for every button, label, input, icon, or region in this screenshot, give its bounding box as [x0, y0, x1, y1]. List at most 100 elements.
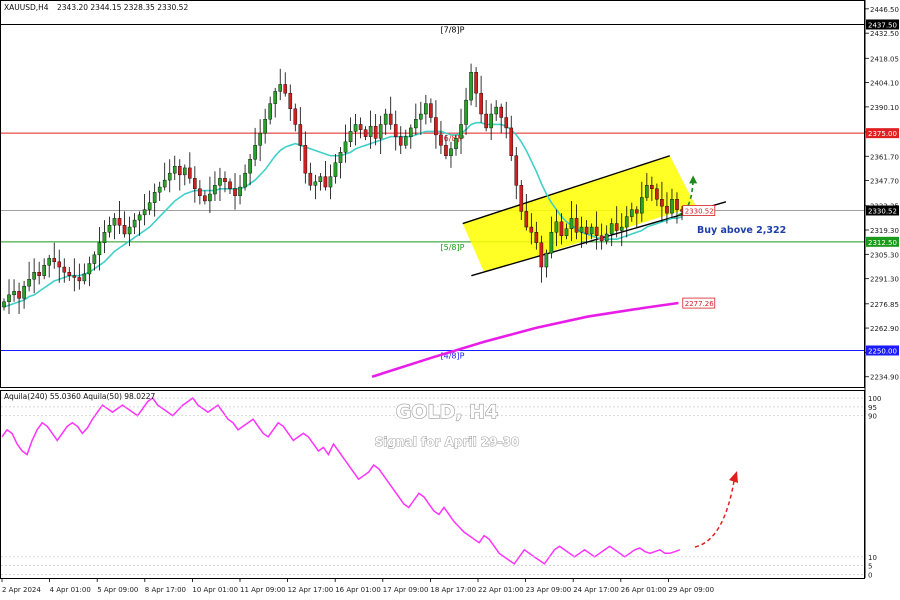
price-tick-label: 2319.30 — [870, 227, 899, 235]
ma-long-line — [371, 301, 679, 378]
candle-body — [594, 226, 599, 236]
candle-body — [469, 72, 473, 101]
candle-body — [358, 124, 363, 130]
candle-body — [419, 113, 423, 120]
candle-body — [609, 223, 614, 235]
time-tick-label: 29 Apr 09:00 — [668, 586, 714, 594]
time-tick-label: 11 Apr 09:00 — [240, 586, 286, 594]
candle-body — [127, 226, 132, 235]
candle-body — [640, 197, 644, 214]
candle-body — [489, 113, 493, 129]
candle-body — [107, 225, 112, 233]
candle-body — [52, 258, 57, 263]
price-tag-label: 2330.52 — [868, 207, 897, 215]
candle-body — [614, 223, 619, 231]
price-tag-label: 2437.50 — [868, 21, 897, 29]
oscillator-forecast-arrow — [694, 474, 736, 548]
oscillator-forecast-arrow-head — [729, 471, 738, 483]
candle-body — [258, 132, 262, 146]
candle-body — [303, 145, 308, 174]
candle-body — [132, 219, 137, 228]
candle-body — [494, 106, 498, 115]
candle-body — [208, 193, 212, 202]
oscillator-level-label: 10 — [868, 554, 877, 562]
candle-body — [629, 209, 634, 217]
candle-body — [87, 263, 92, 275]
candle-body — [62, 266, 67, 273]
candle-body — [635, 209, 639, 214]
candle-body — [203, 195, 207, 202]
candle-body — [72, 275, 77, 278]
price-tick-label: 2262.90 — [870, 325, 899, 333]
candle-body — [318, 176, 323, 183]
murrey-label: [7/8]P — [441, 25, 465, 34]
candle-body — [137, 214, 142, 221]
oscillator-level-label: 0 — [868, 571, 872, 579]
candle-body — [92, 254, 97, 264]
candle-body — [524, 211, 529, 228]
price-tick-label: 2446.50 — [870, 6, 899, 14]
candle-body — [529, 226, 534, 233]
candle-body — [343, 141, 348, 153]
moving-averages — [3, 121, 698, 378]
price-tag-label: 2250.00 — [868, 347, 897, 355]
candle-body — [273, 91, 278, 104]
candle-body — [172, 165, 177, 174]
candle-body — [363, 129, 368, 137]
candle-body — [142, 209, 147, 216]
candle-body — [57, 261, 62, 268]
candle-body — [504, 117, 509, 129]
candle-body — [152, 192, 157, 203]
candle-body — [564, 228, 569, 236]
price-tick-label: 2347.70 — [870, 178, 899, 186]
candle-body — [338, 152, 343, 163]
price-tag-label: 2375.00 — [868, 130, 897, 138]
time-tick-label: 4 Apr 01:00 — [50, 586, 91, 594]
chart-subtitle: Signal for April 29-30 — [375, 435, 519, 449]
candle-body — [167, 172, 172, 181]
candle-body — [198, 188, 202, 196]
candle-body — [112, 218, 117, 226]
price-tick-label: 2276.85 — [870, 301, 899, 309]
candle-body — [253, 145, 257, 160]
candle-body — [313, 181, 318, 186]
candle-body — [403, 136, 408, 146]
candle-body — [218, 178, 222, 186]
candle-body — [298, 124, 303, 146]
price-tick-label: 2432.50 — [870, 30, 899, 38]
candle-body — [554, 221, 559, 233]
candle-body — [383, 113, 388, 125]
time-tick-label: 5 Apr 09:00 — [97, 586, 138, 594]
candle-body — [655, 188, 659, 200]
candle-body — [484, 113, 488, 129]
buy-signal-text: Buy above 2,322 — [697, 225, 786, 236]
time-tick-label: 17 Apr 09:00 — [383, 586, 429, 594]
candle-body — [388, 113, 393, 125]
candle-body — [393, 124, 398, 137]
time-tick-label: 2 Apr 2024 — [2, 586, 41, 594]
candle-body — [544, 252, 549, 268]
forecast-arrow-head — [689, 175, 698, 184]
oscillator-line — [1, 397, 681, 565]
candle-body — [283, 84, 288, 94]
candle-body — [333, 162, 338, 177]
candle-body — [228, 181, 232, 189]
time-tick-label: 18 Apr 17:00 — [430, 586, 476, 594]
oscillator-level-label: 95 — [868, 404, 877, 412]
candle-body — [32, 272, 36, 280]
candle-body — [97, 242, 102, 256]
candle-body — [589, 226, 594, 235]
candle-body — [42, 265, 46, 276]
candle-body — [619, 226, 624, 231]
murrey-label: [5/8]P — [441, 243, 465, 252]
candle-body — [509, 127, 514, 156]
time-tick-label: 24 Apr 17:00 — [573, 586, 619, 594]
candle-body — [409, 127, 413, 137]
candle-body — [288, 92, 293, 110]
candle-body — [378, 124, 383, 139]
candle-body — [675, 199, 679, 210]
candle-body — [353, 124, 358, 132]
time-tick-label: 12 Apr 17:00 — [288, 586, 334, 594]
candle-body — [459, 124, 463, 139]
candle-body — [514, 155, 519, 186]
